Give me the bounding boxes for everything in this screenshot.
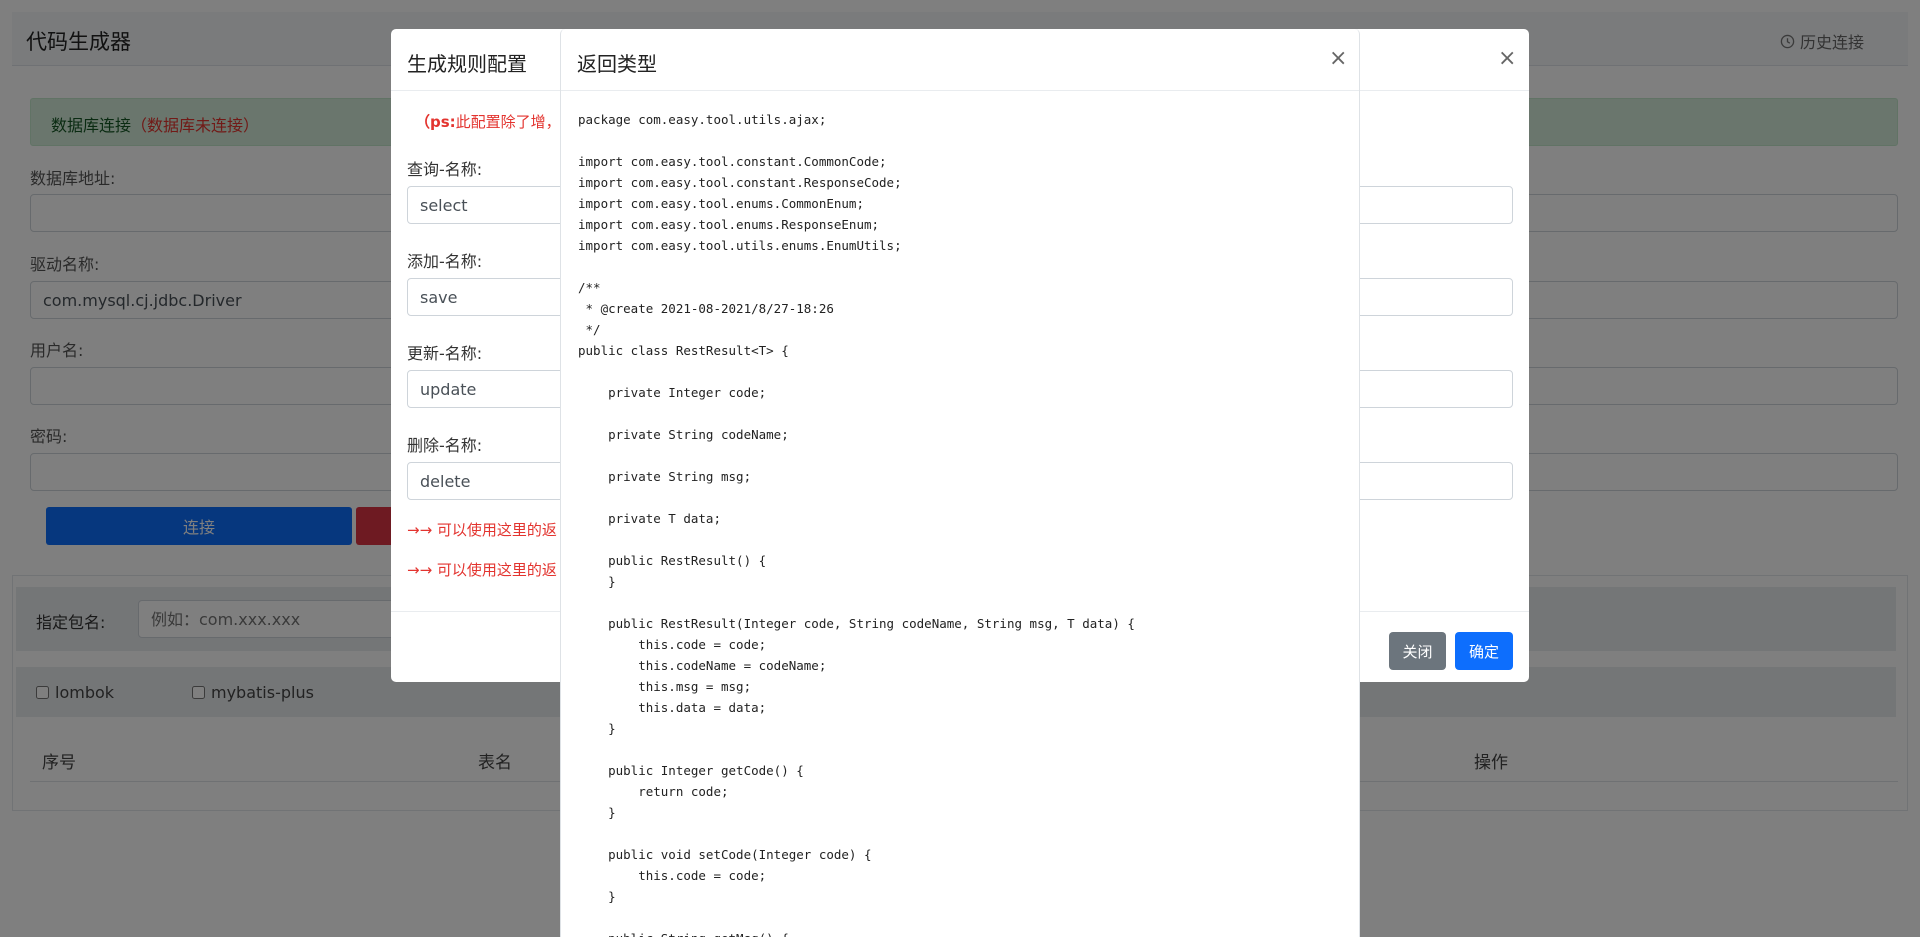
return-type-modal: 返回类型 × package com.easy.tool.utils.ajax;… [560, 29, 1360, 937]
delete-name-label: 删除-名称: [407, 436, 483, 455]
return-modal-header: 返回类型 × [561, 29, 1359, 91]
update-name-label: 更新-名称: [407, 344, 483, 363]
confirm-button[interactable]: 确定 [1455, 632, 1513, 670]
select-name-label: 查询-名称: [407, 160, 483, 179]
rules-note-bold: （ps: [415, 113, 456, 131]
return-type-hint-1[interactable]: →→ 可以使用这里的返 [407, 519, 557, 540]
rules-modal-close-icon[interactable]: × [1498, 48, 1516, 70]
close-button[interactable]: 关闭 [1389, 632, 1446, 670]
rules-note-text: 此配置除了增， [455, 113, 561, 131]
return-modal-close-icon[interactable]: × [1329, 48, 1347, 70]
rules-note: （ps:此配置除了增， [415, 111, 561, 132]
return-type-code: package com.easy.tool.utils.ajax; import… [578, 112, 1135, 937]
return-modal-title: 返回类型 [577, 52, 657, 76]
save-name-label: 添加-名称: [407, 252, 483, 271]
rules-modal-title: 生成规则配置 [407, 52, 527, 76]
return-type-hint-2[interactable]: →→ 可以使用这里的返 [407, 559, 557, 580]
